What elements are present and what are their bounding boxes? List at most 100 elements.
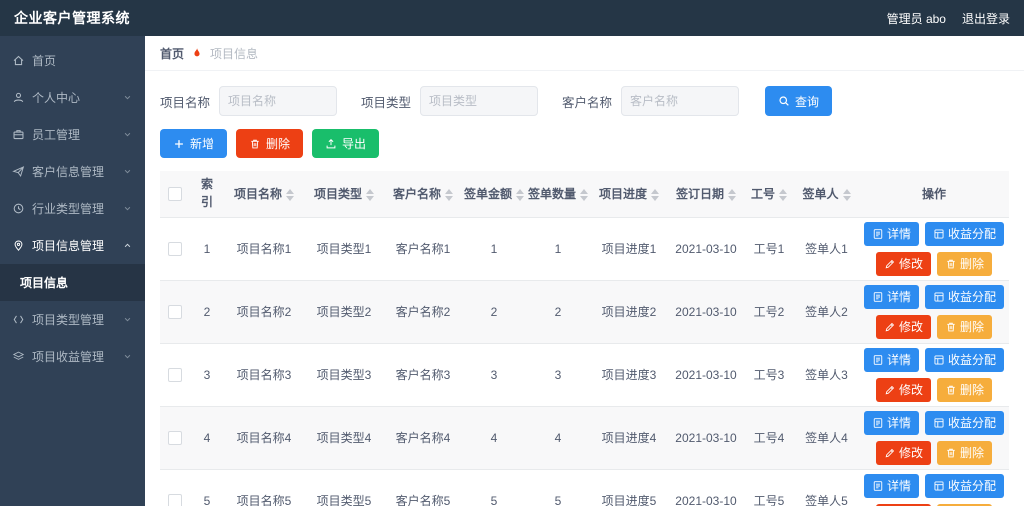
sidebar-item-label: 项目收益管理 <box>32 348 115 365</box>
sort-icon[interactable] <box>651 189 659 201</box>
search-form: 项目名称 项目类型 客户名称 查询 <box>160 86 1009 116</box>
column-header-sign-date[interactable]: 签订日期 <box>668 171 744 217</box>
delete-button[interactable]: 删除 <box>236 129 303 158</box>
main-panel: 首页 项目信息 项目名称 项目类型 客户名称 <box>145 36 1024 506</box>
project-type-input[interactable] <box>420 86 538 116</box>
sort-icon[interactable] <box>286 189 294 201</box>
sidebar-item-project-info[interactable]: 项目信息 <box>0 264 145 301</box>
sidebar-item-label: 客户信息管理 <box>32 163 115 180</box>
row-checkbox[interactable] <box>168 242 182 256</box>
sidebar-item-customer-info-management[interactable]: 客户信息管理 <box>0 153 145 190</box>
detail-button[interactable]: 详情 <box>864 411 919 435</box>
cell-project-progress: 项目进度2 <box>590 280 668 343</box>
column-header-project-progress[interactable]: 项目进度 <box>590 171 668 217</box>
cell-sign-date: 2021-03-10 <box>668 469 744 506</box>
sort-icon[interactable] <box>516 189 524 201</box>
app-title: 企业客户管理系统 <box>14 8 130 28</box>
income-allocate-button[interactable]: 收益分配 <box>925 411 1004 435</box>
row-checkbox[interactable] <box>168 305 182 319</box>
column-header-worker-id[interactable]: 工号 <box>744 171 794 217</box>
income-icon <box>933 228 945 240</box>
row-delete-button[interactable]: 删除 <box>937 252 992 276</box>
column-header-signer[interactable]: 签单人 <box>794 171 859 217</box>
sort-icon[interactable] <box>728 189 736 201</box>
detail-button[interactable]: 详情 <box>864 285 919 309</box>
sidebar-item-personal-center[interactable]: 个人中心 <box>0 79 145 116</box>
column-header-project-name[interactable]: 项目名称 <box>224 171 304 217</box>
sort-icon[interactable] <box>366 189 374 201</box>
row-checkbox[interactable] <box>168 431 182 445</box>
row-delete-icon <box>945 321 957 333</box>
detail-icon <box>872 291 884 303</box>
column-header-sign-quantity[interactable]: 签单数量 <box>526 171 590 217</box>
select-all-checkbox[interactable] <box>168 187 182 201</box>
user-icon <box>12 91 25 104</box>
project-name-label: 项目名称 <box>160 92 210 111</box>
cell-sign-quantity: 1 <box>526 217 590 280</box>
sort-icon[interactable] <box>779 189 787 201</box>
row-select-cell <box>160 469 190 506</box>
cell-project-type: 项目类型3 <box>304 343 384 406</box>
project-name-input[interactable] <box>219 86 337 116</box>
edit-button[interactable]: 修改 <box>876 252 931 276</box>
edit-icon <box>884 321 896 333</box>
sidebar-item-project-info-management[interactable]: 项目信息管理 <box>0 227 145 264</box>
column-header-project-type[interactable]: 项目类型 <box>304 171 384 217</box>
cell-actions: 详情收益分配修改删除 <box>859 217 1009 280</box>
sidebar-item-home[interactable]: 首页 <box>0 42 145 79</box>
cell-worker-id: 工号5 <box>744 469 794 506</box>
sort-icon[interactable] <box>580 189 588 201</box>
table-row: 3项目名称3项目类型3客户名称333项目进度32021-03-10工号3签单人3… <box>160 343 1009 406</box>
row-delete-icon <box>945 447 957 459</box>
detail-icon <box>872 417 884 429</box>
sort-icon[interactable] <box>843 189 851 201</box>
detail-button[interactable]: 详情 <box>864 222 919 246</box>
cell-worker-id: 工号2 <box>744 280 794 343</box>
add-button[interactable]: 新增 <box>160 129 227 158</box>
cell-sign-quantity: 3 <box>526 343 590 406</box>
edit-button[interactable]: 修改 <box>876 315 931 339</box>
income-allocate-button[interactable]: 收益分配 <box>925 285 1004 309</box>
column-header-sign-amount[interactable]: 签单金额 <box>462 171 526 217</box>
edit-button[interactable]: 修改 <box>876 378 931 402</box>
cell-actions: 详情收益分配修改删除 <box>859 406 1009 469</box>
cell-sign-amount: 5 <box>462 469 526 506</box>
export-button[interactable]: 导出 <box>312 129 379 158</box>
detail-button[interactable]: 详情 <box>864 348 919 372</box>
edit-button[interactable]: 修改 <box>876 441 931 465</box>
row-delete-button[interactable]: 删除 <box>937 315 992 339</box>
cell-customer-name: 客户名称5 <box>384 469 462 506</box>
row-checkbox[interactable] <box>168 368 182 382</box>
income-allocate-button[interactable]: 收益分配 <box>925 474 1004 498</box>
income-icon <box>933 417 945 429</box>
breadcrumb-home[interactable]: 首页 <box>160 45 184 62</box>
column-header-customer-name[interactable]: 客户名称 <box>384 171 462 217</box>
project-name-field: 项目名称 <box>160 86 337 116</box>
cell-signer: 签单人2 <box>794 280 859 343</box>
chevron-down-icon <box>122 314 133 325</box>
sort-icon[interactable] <box>445 189 453 201</box>
detail-button[interactable]: 详情 <box>864 474 919 498</box>
column-header-index: 索引 <box>190 171 224 217</box>
logout-link[interactable]: 退出登录 <box>962 10 1010 27</box>
row-delete-button[interactable]: 删除 <box>937 378 992 402</box>
row-delete-button[interactable]: 删除 <box>937 441 992 465</box>
customer-name-input[interactable] <box>621 86 739 116</box>
row-checkbox[interactable] <box>168 494 182 506</box>
sidebar-item-project-type-management[interactable]: 项目类型管理 <box>0 301 145 338</box>
income-allocate-button[interactable]: 收益分配 <box>925 348 1004 372</box>
cell-actions: 详情收益分配修改删除 <box>859 280 1009 343</box>
cell-project-type: 项目类型1 <box>304 217 384 280</box>
topbar-right: 管理员 abo 退出登录 <box>887 10 1010 27</box>
search-button[interactable]: 查询 <box>765 86 832 116</box>
cell-worker-id: 工号4 <box>744 406 794 469</box>
sidebar-item-industry-type-management[interactable]: 行业类型管理 <box>0 190 145 227</box>
income-allocate-button[interactable]: 收益分配 <box>925 222 1004 246</box>
sidebar-item-staff-management[interactable]: 员工管理 <box>0 116 145 153</box>
sidebar-item-project-income-management[interactable]: 项目收益管理 <box>0 338 145 375</box>
trash-icon <box>249 138 261 150</box>
table-row: 1项目名称1项目类型1客户名称111项目进度12021-03-10工号1签单人1… <box>160 217 1009 280</box>
app-window: 企业客户管理系统 管理员 abo 退出登录 首页个人中心员工管理客户信息管理行业… <box>0 0 1024 506</box>
table-header-row: 索引项目名称项目类型客户名称签单金额签单数量项目进度签订日期工号签单人操作 <box>160 171 1009 217</box>
current-user[interactable]: 管理员 abo <box>887 10 946 27</box>
